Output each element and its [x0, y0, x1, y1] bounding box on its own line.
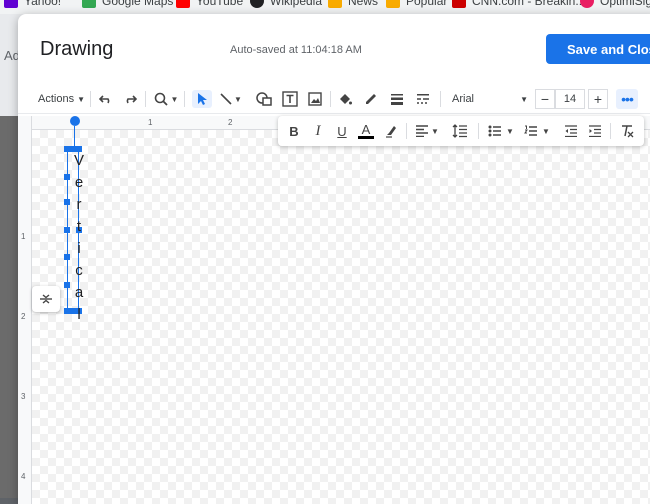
- youtube-icon: [176, 0, 190, 8]
- text-letter: i: [77, 240, 81, 257]
- text-letter: t: [76, 218, 82, 235]
- line-spacing-icon[interactable]: [450, 122, 470, 140]
- more-icon[interactable]: •••: [616, 89, 638, 109]
- resize-handle[interactable]: [64, 199, 70, 205]
- dropdown-arrow-icon: ▼: [542, 126, 550, 136]
- decrease-indent-icon[interactable]: [562, 122, 580, 140]
- underline-icon[interactable]: U: [334, 122, 350, 140]
- highlight-icon[interactable]: [382, 122, 400, 140]
- actions-label: Actions: [38, 93, 75, 105]
- ruler-number: 2: [228, 118, 233, 127]
- dropdown-arrow-icon: ▼: [431, 126, 439, 136]
- cnn-icon: [452, 0, 466, 8]
- font-name: Arial: [452, 93, 475, 105]
- bookmark-optimisig[interactable]: OptimiSig: [580, 0, 650, 8]
- image-icon[interactable]: [306, 90, 324, 108]
- ruler-number: 1: [148, 118, 153, 127]
- bookmark-youtube[interactable]: YouTube: [176, 0, 243, 8]
- folder-icon: [386, 0, 400, 8]
- vertical-ruler: 1 2 3 4: [18, 116, 32, 504]
- clear-formatting-icon[interactable]: [618, 122, 636, 140]
- dropdown-arrow-icon: ▼: [170, 94, 179, 104]
- text-letter: c: [75, 262, 83, 279]
- folder-icon: [328, 0, 342, 8]
- border-color-icon[interactable]: [362, 90, 380, 108]
- border-weight-icon[interactable]: [388, 90, 406, 108]
- decrease-font-size-button[interactable]: −: [535, 89, 555, 109]
- italic-icon[interactable]: I: [310, 122, 326, 140]
- select-icon[interactable]: [192, 90, 212, 108]
- resize-handle[interactable]: [64, 227, 70, 233]
- resize-handle[interactable]: [64, 282, 70, 288]
- rotation-handle[interactable]: [70, 116, 80, 126]
- increase-indent-icon[interactable]: [586, 122, 604, 140]
- drawing-dialog: Drawing Auto-saved at 11:04:18 AM Save a…: [18, 14, 650, 504]
- text-letter: V: [73, 152, 84, 169]
- toolbar-divider: [184, 91, 185, 107]
- bookmark-cnn[interactable]: CNN.com - Breakin...: [452, 0, 585, 8]
- vertical-align-button[interactable]: [32, 286, 60, 312]
- drawing-canvas[interactable]: [32, 130, 650, 504]
- text-color-bar: [358, 135, 374, 139]
- toolbar-divider: [90, 91, 91, 107]
- redo-icon[interactable]: [122, 90, 138, 108]
- line-icon[interactable]: ▼: [218, 90, 244, 108]
- dropdown-arrow-icon: ▼: [77, 94, 85, 104]
- textbox-icon[interactable]: [281, 90, 299, 108]
- ruler-number: 2: [21, 312, 26, 321]
- zoom-icon[interactable]: ▼: [152, 90, 180, 108]
- toolbar-divider: [610, 123, 611, 139]
- ruler-number: 3: [21, 392, 26, 401]
- font-size-field[interactable]: 14: [555, 89, 585, 109]
- bold-icon[interactable]: B: [286, 122, 302, 140]
- resize-handle[interactable]: [64, 174, 70, 180]
- bookmark-news[interactable]: News: [328, 0, 378, 8]
- text-letter: r: [76, 196, 82, 213]
- actions-menu[interactable]: Actions ▼: [38, 90, 85, 108]
- bulleted-list-icon[interactable]: ▼: [486, 122, 516, 140]
- dropdown-arrow-icon: ▼: [234, 94, 242, 104]
- text-color-letter: A: [361, 121, 371, 137]
- drawing-toolbar: Actions ▼ ▼ ▼ Arial ▼ − 14 + •••: [18, 84, 650, 114]
- align-icon[interactable]: ▼: [414, 122, 440, 140]
- bookmark-yahoo[interactable]: Yahoo!: [4, 0, 61, 8]
- resize-handle[interactable]: [64, 254, 70, 260]
- bookmark-google-maps[interactable]: Google Maps: [82, 0, 173, 8]
- increase-font-size-button[interactable]: +: [588, 89, 608, 109]
- yahoo-icon: [4, 0, 18, 8]
- text-letter: l: [77, 306, 81, 323]
- toolbar-divider: [330, 91, 331, 107]
- bookmark-wikipedia[interactable]: Wikipedia: [250, 0, 322, 8]
- wikipedia-icon: [250, 0, 264, 8]
- bookmark-popular[interactable]: Popular: [386, 0, 447, 8]
- autosave-status: Auto-saved at 11:04:18 AM: [230, 44, 362, 56]
- text-color-icon[interactable]: A: [356, 122, 376, 140]
- toolbar-divider: [406, 123, 407, 139]
- bookmarks-bar: Yahoo! Google Maps YouTube Wikipedia New…: [0, 0, 650, 14]
- text-letter: a: [74, 284, 84, 301]
- ruler-number: 4: [21, 472, 26, 481]
- font-select[interactable]: Arial ▼: [450, 90, 530, 108]
- ruler-number: 1: [21, 232, 26, 241]
- save-and-close-button[interactable]: Save and Close: [546, 34, 650, 64]
- maps-icon: [82, 0, 96, 8]
- undo-icon[interactable]: [98, 90, 114, 108]
- dialog-title: Drawing: [40, 38, 114, 60]
- dropdown-arrow-icon: ▼: [520, 94, 528, 104]
- optimisig-icon: [580, 0, 594, 8]
- text-letter: e: [74, 174, 84, 191]
- dropdown-arrow-icon: ▼: [506, 126, 514, 136]
- toolbar-divider: [440, 91, 441, 107]
- toolbar-divider: [145, 91, 146, 107]
- text-format-toolbar: B I U A ▼ ▼ ▼: [278, 116, 644, 146]
- shape-icon[interactable]: [255, 90, 273, 108]
- fill-color-icon[interactable]: [336, 90, 354, 108]
- border-dash-icon[interactable]: [414, 90, 432, 108]
- toolbar-divider: [478, 123, 479, 139]
- vertical-text[interactable]: V e r t i c a l: [72, 150, 86, 326]
- numbered-list-icon[interactable]: ▼: [522, 122, 552, 140]
